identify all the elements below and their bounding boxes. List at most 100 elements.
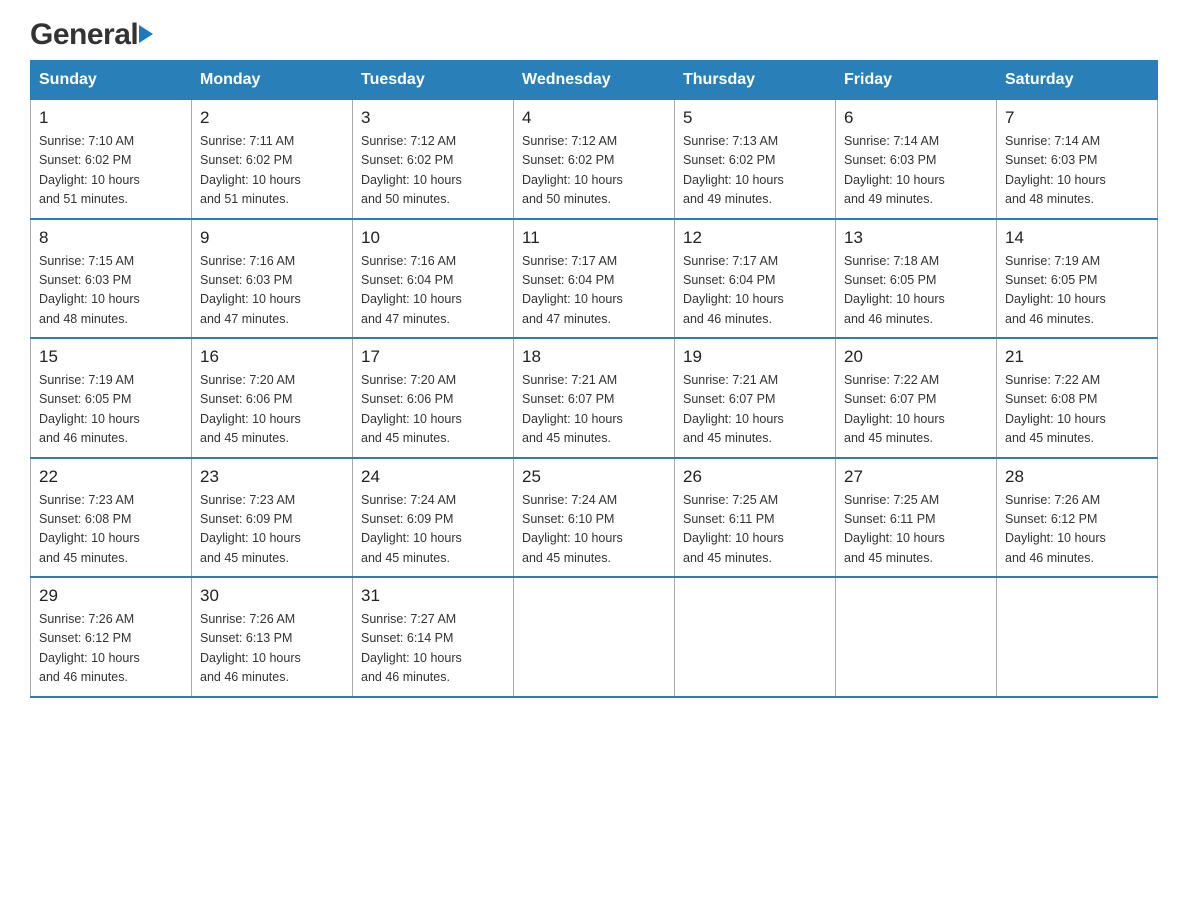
day-number: 2	[200, 108, 344, 128]
day-number: 16	[200, 347, 344, 367]
calendar-header-monday: Monday	[192, 61, 353, 100]
calendar-cell	[997, 577, 1158, 697]
day-number: 6	[844, 108, 988, 128]
day-number: 24	[361, 467, 505, 487]
calendar-header-tuesday: Tuesday	[353, 61, 514, 100]
day-info: Sunrise: 7:12 AMSunset: 6:02 PMDaylight:…	[361, 134, 462, 206]
day-info: Sunrise: 7:14 AMSunset: 6:03 PMDaylight:…	[1005, 134, 1106, 206]
calendar-cell: 30 Sunrise: 7:26 AMSunset: 6:13 PMDaylig…	[192, 577, 353, 697]
calendar-cell: 6 Sunrise: 7:14 AMSunset: 6:03 PMDayligh…	[836, 100, 997, 219]
day-number: 23	[200, 467, 344, 487]
calendar-cell: 27 Sunrise: 7:25 AMSunset: 6:11 PMDaylig…	[836, 458, 997, 578]
day-number: 15	[39, 347, 183, 367]
day-number: 8	[39, 228, 183, 248]
logo-general: General	[30, 20, 153, 50]
calendar-week-row: 8 Sunrise: 7:15 AMSunset: 6:03 PMDayligh…	[31, 219, 1158, 339]
day-number: 31	[361, 586, 505, 606]
day-info: Sunrise: 7:24 AMSunset: 6:10 PMDaylight:…	[522, 493, 623, 565]
day-info: Sunrise: 7:11 AMSunset: 6:02 PMDaylight:…	[200, 134, 301, 206]
calendar-cell: 14 Sunrise: 7:19 AMSunset: 6:05 PMDaylig…	[997, 219, 1158, 339]
calendar-week-row: 29 Sunrise: 7:26 AMSunset: 6:12 PMDaylig…	[31, 577, 1158, 697]
calendar-cell: 1 Sunrise: 7:10 AMSunset: 6:02 PMDayligh…	[31, 100, 192, 219]
logo-arrow-icon	[139, 25, 153, 43]
logo-text: General	[30, 20, 153, 50]
calendar-header-friday: Friday	[836, 61, 997, 100]
calendar-cell: 16 Sunrise: 7:20 AMSunset: 6:06 PMDaylig…	[192, 338, 353, 458]
calendar-cell: 28 Sunrise: 7:26 AMSunset: 6:12 PMDaylig…	[997, 458, 1158, 578]
day-number: 25	[522, 467, 666, 487]
day-number: 28	[1005, 467, 1149, 487]
day-number: 11	[522, 228, 666, 248]
page-header: General	[30, 20, 1158, 50]
day-info: Sunrise: 7:22 AMSunset: 6:07 PMDaylight:…	[844, 373, 945, 445]
day-info: Sunrise: 7:27 AMSunset: 6:14 PMDaylight:…	[361, 612, 462, 684]
calendar-cell: 9 Sunrise: 7:16 AMSunset: 6:03 PMDayligh…	[192, 219, 353, 339]
day-info: Sunrise: 7:21 AMSunset: 6:07 PMDaylight:…	[683, 373, 784, 445]
calendar-cell: 18 Sunrise: 7:21 AMSunset: 6:07 PMDaylig…	[514, 338, 675, 458]
day-info: Sunrise: 7:20 AMSunset: 6:06 PMDaylight:…	[361, 373, 462, 445]
calendar-week-row: 15 Sunrise: 7:19 AMSunset: 6:05 PMDaylig…	[31, 338, 1158, 458]
calendar-header-saturday: Saturday	[997, 61, 1158, 100]
calendar-cell: 26 Sunrise: 7:25 AMSunset: 6:11 PMDaylig…	[675, 458, 836, 578]
calendar-cell: 29 Sunrise: 7:26 AMSunset: 6:12 PMDaylig…	[31, 577, 192, 697]
day-info: Sunrise: 7:26 AMSunset: 6:13 PMDaylight:…	[200, 612, 301, 684]
day-info: Sunrise: 7:10 AMSunset: 6:02 PMDaylight:…	[39, 134, 140, 206]
calendar-week-row: 22 Sunrise: 7:23 AMSunset: 6:08 PMDaylig…	[31, 458, 1158, 578]
day-number: 9	[200, 228, 344, 248]
day-info: Sunrise: 7:14 AMSunset: 6:03 PMDaylight:…	[844, 134, 945, 206]
calendar-cell	[514, 577, 675, 697]
day-info: Sunrise: 7:18 AMSunset: 6:05 PMDaylight:…	[844, 254, 945, 326]
calendar-cell: 7 Sunrise: 7:14 AMSunset: 6:03 PMDayligh…	[997, 100, 1158, 219]
day-number: 12	[683, 228, 827, 248]
day-info: Sunrise: 7:19 AMSunset: 6:05 PMDaylight:…	[1005, 254, 1106, 326]
day-number: 30	[200, 586, 344, 606]
calendar-cell: 25 Sunrise: 7:24 AMSunset: 6:10 PMDaylig…	[514, 458, 675, 578]
day-info: Sunrise: 7:25 AMSunset: 6:11 PMDaylight:…	[844, 493, 945, 565]
calendar-cell: 11 Sunrise: 7:17 AMSunset: 6:04 PMDaylig…	[514, 219, 675, 339]
day-info: Sunrise: 7:16 AMSunset: 6:03 PMDaylight:…	[200, 254, 301, 326]
day-number: 20	[844, 347, 988, 367]
calendar-cell: 23 Sunrise: 7:23 AMSunset: 6:09 PMDaylig…	[192, 458, 353, 578]
day-info: Sunrise: 7:24 AMSunset: 6:09 PMDaylight:…	[361, 493, 462, 565]
day-info: Sunrise: 7:20 AMSunset: 6:06 PMDaylight:…	[200, 373, 301, 445]
calendar-cell: 21 Sunrise: 7:22 AMSunset: 6:08 PMDaylig…	[997, 338, 1158, 458]
day-info: Sunrise: 7:26 AMSunset: 6:12 PMDaylight:…	[39, 612, 140, 684]
calendar-cell: 2 Sunrise: 7:11 AMSunset: 6:02 PMDayligh…	[192, 100, 353, 219]
logo: General	[30, 20, 153, 50]
day-number: 3	[361, 108, 505, 128]
day-info: Sunrise: 7:23 AMSunset: 6:09 PMDaylight:…	[200, 493, 301, 565]
day-number: 29	[39, 586, 183, 606]
calendar-cell	[836, 577, 997, 697]
calendar-cell: 31 Sunrise: 7:27 AMSunset: 6:14 PMDaylig…	[353, 577, 514, 697]
day-number: 14	[1005, 228, 1149, 248]
calendar-header-wednesday: Wednesday	[514, 61, 675, 100]
calendar-cell: 13 Sunrise: 7:18 AMSunset: 6:05 PMDaylig…	[836, 219, 997, 339]
day-info: Sunrise: 7:22 AMSunset: 6:08 PMDaylight:…	[1005, 373, 1106, 445]
day-number: 22	[39, 467, 183, 487]
day-number: 27	[844, 467, 988, 487]
calendar-cell: 20 Sunrise: 7:22 AMSunset: 6:07 PMDaylig…	[836, 338, 997, 458]
day-info: Sunrise: 7:23 AMSunset: 6:08 PMDaylight:…	[39, 493, 140, 565]
day-number: 7	[1005, 108, 1149, 128]
day-number: 21	[1005, 347, 1149, 367]
day-number: 10	[361, 228, 505, 248]
day-info: Sunrise: 7:21 AMSunset: 6:07 PMDaylight:…	[522, 373, 623, 445]
day-info: Sunrise: 7:17 AMSunset: 6:04 PMDaylight:…	[522, 254, 623, 326]
day-info: Sunrise: 7:17 AMSunset: 6:04 PMDaylight:…	[683, 254, 784, 326]
day-number: 26	[683, 467, 827, 487]
calendar-cell	[675, 577, 836, 697]
calendar-table: SundayMondayTuesdayWednesdayThursdayFrid…	[30, 60, 1158, 698]
day-number: 13	[844, 228, 988, 248]
calendar-cell: 17 Sunrise: 7:20 AMSunset: 6:06 PMDaylig…	[353, 338, 514, 458]
calendar-cell: 8 Sunrise: 7:15 AMSunset: 6:03 PMDayligh…	[31, 219, 192, 339]
calendar-cell: 15 Sunrise: 7:19 AMSunset: 6:05 PMDaylig…	[31, 338, 192, 458]
calendar-cell: 19 Sunrise: 7:21 AMSunset: 6:07 PMDaylig…	[675, 338, 836, 458]
day-info: Sunrise: 7:16 AMSunset: 6:04 PMDaylight:…	[361, 254, 462, 326]
day-info: Sunrise: 7:26 AMSunset: 6:12 PMDaylight:…	[1005, 493, 1106, 565]
calendar-cell: 3 Sunrise: 7:12 AMSunset: 6:02 PMDayligh…	[353, 100, 514, 219]
day-info: Sunrise: 7:13 AMSunset: 6:02 PMDaylight:…	[683, 134, 784, 206]
day-info: Sunrise: 7:15 AMSunset: 6:03 PMDaylight:…	[39, 254, 140, 326]
calendar-week-row: 1 Sunrise: 7:10 AMSunset: 6:02 PMDayligh…	[31, 100, 1158, 219]
calendar-header-sunday: Sunday	[31, 61, 192, 100]
calendar-cell: 22 Sunrise: 7:23 AMSunset: 6:08 PMDaylig…	[31, 458, 192, 578]
